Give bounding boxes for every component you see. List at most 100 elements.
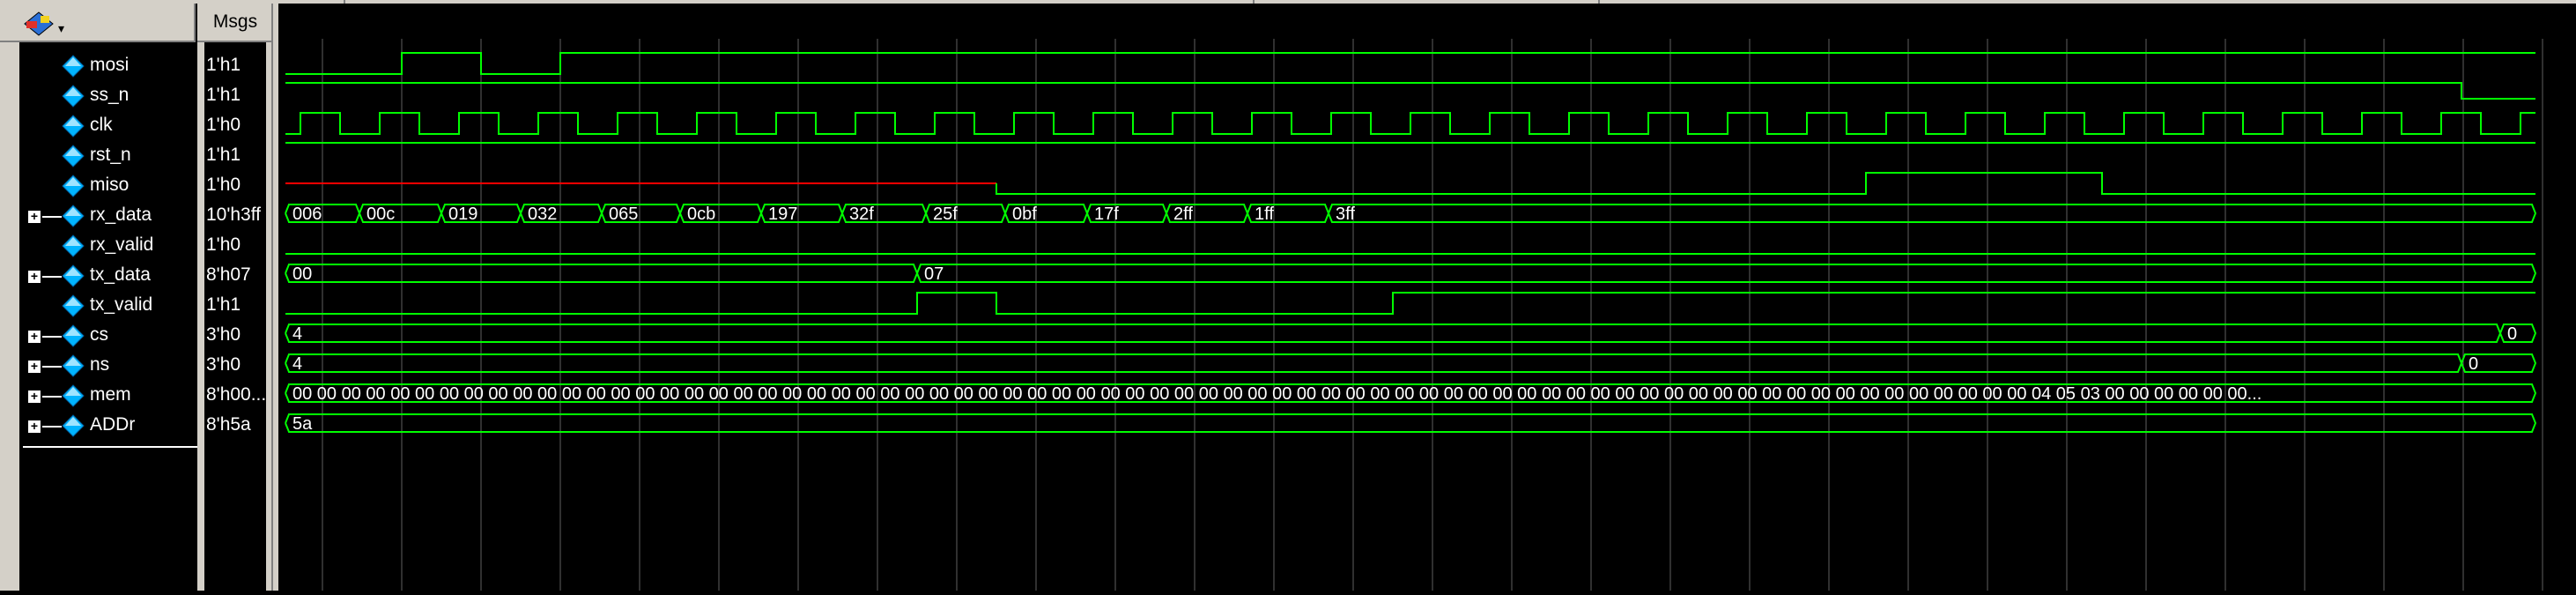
- bus-value-label: 3ff: [1336, 205, 1355, 224]
- tree-connector: [42, 276, 62, 278]
- signal-diamond-icon: [62, 414, 85, 437]
- signal-name: mem: [90, 384, 131, 405]
- expand-icon[interactable]: +: [28, 270, 41, 283]
- signal-name: miso: [90, 175, 130, 195]
- signal-value: 10'h3ff: [206, 205, 262, 225]
- signal-value-row[interactable]: 1'h0: [204, 171, 275, 201]
- expand-icon[interactable]: +: [28, 360, 41, 373]
- signal-value: 1'h1: [206, 55, 241, 75]
- signal-name: tx_valid: [90, 294, 153, 315]
- signal-row-tx_valid[interactable]: tx_valid: [19, 291, 196, 321]
- bus-value-label: 00: [292, 264, 312, 284]
- signal-value: 1'h1: [206, 145, 241, 165]
- bus-value-label: 32f: [849, 205, 874, 224]
- signal-row-mem[interactable]: + mem: [19, 381, 196, 411]
- signal-value: 1'h1: [206, 85, 241, 105]
- signal-row-ss_n[interactable]: ss_n: [19, 81, 196, 111]
- signal-diamond-icon: [62, 234, 85, 257]
- bus-segment: [285, 324, 2502, 343]
- wave-header: [278, 4, 2576, 39]
- signal-diamond-icon: [62, 294, 85, 317]
- signal-value-row[interactable]: 3'h0: [204, 351, 275, 381]
- tree-connector: [42, 336, 62, 338]
- bus-value-label: 1ff: [1255, 205, 1274, 224]
- bus-value-label: 4: [292, 354, 302, 374]
- signal-value-row[interactable]: 3'h0: [204, 321, 275, 351]
- signal-value-row[interactable]: 8'h07: [204, 261, 275, 291]
- bus-value-label: 17f: [1094, 205, 1119, 224]
- signal-trace: [285, 292, 2535, 315]
- tree-connector: [42, 426, 62, 428]
- signal-value-row[interactable]: 1'h1: [204, 141, 275, 171]
- signal-name-list: mosi ss_nclk rst_nmiso + rx_data rx_valid + tx_…: [19, 42, 196, 591]
- signal-name: rx_data: [90, 205, 152, 225]
- signal-row-rx_data[interactable]: + rx_data: [19, 201, 196, 231]
- bus-value-label: 0: [2507, 324, 2517, 344]
- signal-row-miso[interactable]: miso: [19, 171, 196, 201]
- signal-value: 8'h07: [206, 264, 251, 285]
- signal-name: rst_n: [90, 145, 131, 165]
- bus-segment: [1328, 204, 2537, 223]
- signal-name: clk: [90, 115, 113, 135]
- bus-segment: [285, 413, 2537, 433]
- bus-value-label: 065: [609, 205, 638, 224]
- bus-value-label: 0bf: [1012, 205, 1037, 224]
- signal-trace: [285, 112, 2535, 135]
- signal-name: tx_data: [90, 264, 151, 285]
- signal-value-list: 1'h1 1'h1 1'h0 1'h1 1'h0 10'h3ff 1'h0 8'h07 1'h1…: [204, 42, 266, 591]
- signal-row-ADDr[interactable]: + ADDr: [19, 411, 196, 441]
- expand-icon[interactable]: +: [28, 210, 41, 223]
- expand-icon[interactable]: +: [28, 420, 41, 433]
- signal-name: ss_n: [90, 85, 130, 105]
- signal-value: 1'h0: [206, 175, 241, 195]
- signal-row-rx_valid[interactable]: rx_valid: [19, 231, 196, 261]
- signal-name: cs: [90, 324, 108, 345]
- signal-row-cs[interactable]: + cs: [19, 321, 196, 351]
- signal-name: rx_valid: [90, 234, 154, 255]
- signal-value-row[interactable]: 1'h0: [204, 231, 275, 261]
- message-value-pane: Msgs 1'h1 1'h1 1'h0 1'h1 1'h0 10'h3ff 1'h0 8'h0…: [197, 4, 273, 591]
- signal-value-row[interactable]: 8'h5a: [204, 411, 275, 441]
- signal-diamond-icon: [62, 354, 85, 377]
- bus-value-label: 032: [528, 205, 557, 224]
- signal-value-row[interactable]: 1'h1: [204, 81, 275, 111]
- signal-value-row[interactable]: 1'h1: [204, 51, 275, 81]
- signal-name-pane: ▾ mosi ss_nclk rst_nmiso + rx_data rx_valid + t…: [0, 4, 270, 591]
- bus-value-label: 07: [924, 264, 944, 284]
- signal-value-row[interactable]: 1'h1: [204, 291, 275, 321]
- signal-value-row[interactable]: 10'h3ff: [204, 201, 275, 231]
- bus-value-label: 2ff: [1173, 205, 1193, 224]
- chevron-down-icon[interactable]: ▾: [58, 21, 64, 36]
- signal-diamond-icon: [62, 175, 85, 197]
- signal-diamond-icon: [62, 115, 85, 138]
- signal-value: 3'h0: [206, 324, 241, 345]
- signal-value: 8'h5a: [206, 414, 251, 435]
- signal-value-row[interactable]: 1'h0: [204, 111, 275, 141]
- signal-value: 1'h1: [206, 294, 241, 315]
- bus-segment: [285, 264, 919, 283]
- signal-name: ns: [90, 354, 110, 375]
- signal-diamond-icon: [62, 85, 85, 108]
- signal-value-row[interactable]: 8'h00...: [204, 381, 275, 411]
- signal-row-clk[interactable]: clk: [19, 111, 196, 141]
- signal-row-mosi[interactable]: mosi: [19, 51, 196, 81]
- expand-icon[interactable]: +: [28, 330, 41, 343]
- expand-icon[interactable]: +: [28, 390, 41, 403]
- signal-row-ns[interactable]: + ns: [19, 351, 196, 381]
- bus-value-label: 00 00 00 00 00 00 00 00 00 00 00 00 00 0…: [292, 384, 2261, 404]
- waveform-pane[interactable]: 006 00c 019 032 065 0cb 197 32f 25f 0bf 17f 2ff 1ff 3…: [278, 39, 2576, 591]
- bus-segment: [916, 264, 2537, 283]
- waveform-canvas[interactable]: 006 00c 019 032 065 0cb 197 32f 25f 0bf 17f 2ff 1ff 3…: [278, 39, 2576, 591]
- bus-value-label: 25f: [933, 205, 958, 224]
- bus-value-label: 0cb: [687, 205, 715, 224]
- signal-diamond-icon: [62, 205, 85, 227]
- signal-row-rst_n[interactable]: rst_n: [19, 141, 196, 171]
- tree-connector: [42, 216, 62, 218]
- signal-diamond-icon: [62, 55, 85, 78]
- tree-connector: [42, 366, 62, 368]
- bus-value-label: 00c: [366, 205, 395, 224]
- signal-diamond-icon: [62, 324, 85, 347]
- modelsim-wave-icon[interactable]: [23, 11, 55, 37]
- signal-row-tx_data[interactable]: + tx_data: [19, 261, 196, 291]
- bus-value-label: 5a: [292, 414, 313, 434]
